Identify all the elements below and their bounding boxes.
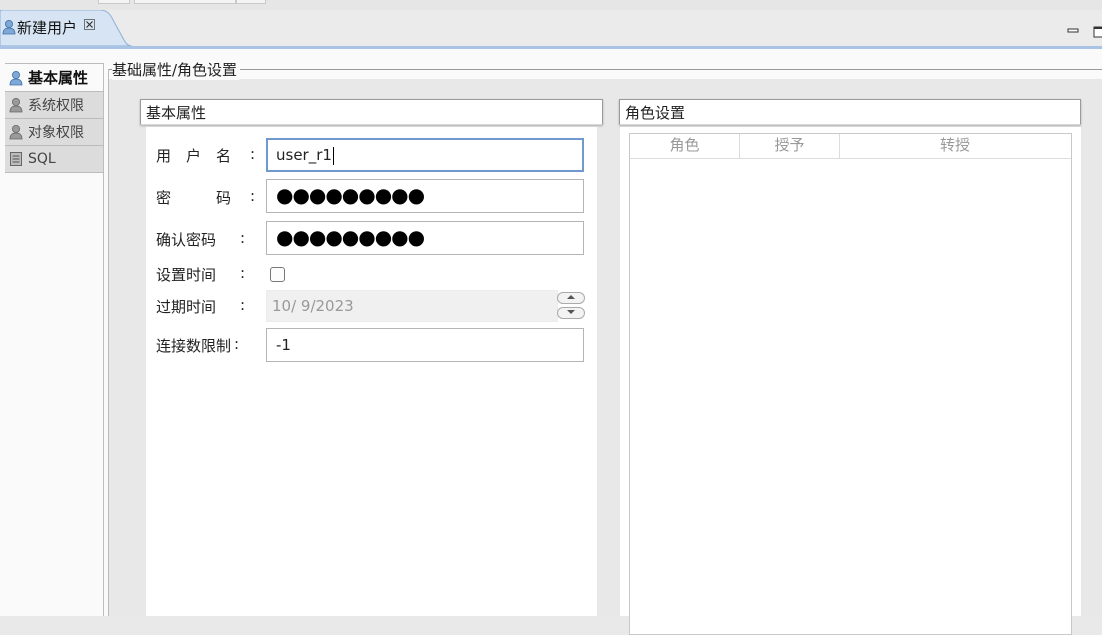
expire-date-field[interactable]: 10/ 9/2023: [266, 290, 558, 322]
connection-limit-field[interactable]: -1: [266, 328, 584, 362]
nav-item-sql[interactable]: SQL: [5, 146, 103, 173]
nav-item-object-privileges[interactable]: 对象权限: [5, 119, 103, 146]
colon: :: [240, 264, 246, 282]
group-area: 基本属性 用 户 名 : user_r1 密 码 : ●●●●●●●●● 确认密…: [109, 79, 1102, 635]
group-divider: [108, 69, 1102, 70]
spin-down-button[interactable]: [557, 307, 585, 319]
nav-item-label: 基本属性: [28, 69, 89, 87]
username-field[interactable]: user_r1: [266, 138, 584, 172]
tab-new-user[interactable]: 新建用户: [0, 10, 132, 46]
nav-item-label: 对象权限: [28, 125, 84, 141]
colon: :: [250, 187, 256, 205]
spin-up-button[interactable]: [557, 292, 585, 304]
column-header-grant[interactable]: 授予: [740, 134, 840, 158]
minimize-icon[interactable]: [1067, 26, 1079, 39]
confirm-password-label: 确认密码: [156, 231, 217, 249]
connection-limit-label: 连接数限制: [156, 337, 232, 355]
user-icon: [8, 70, 24, 86]
colon: :: [234, 335, 240, 353]
chevron-down-icon: [567, 310, 575, 314]
colon: :: [250, 145, 256, 163]
main-panel: 基础属性/角色设置 基本属性 用 户 名 : user_r1 密 码 : ●●●…: [108, 57, 1102, 635]
nav-item-system-privileges[interactable]: 系统权限: [5, 92, 103, 119]
expire-time-label: 过期时间: [156, 298, 217, 316]
user-icon: [2, 19, 16, 39]
toolbar-stub: [98, 0, 130, 4]
password-field[interactable]: ●●●●●●●●●: [266, 179, 584, 213]
colon: :: [240, 296, 246, 314]
editor-content: 基本属性 系统权限 对象权限 SQL 基础属性/角色设置 基本属性 用 户 名 …: [0, 49, 1102, 635]
toolbar-stub: [134, 0, 236, 4]
column-header-admin-option[interactable]: 转授: [840, 134, 1070, 158]
editor-tab-bar: 新建用户: [0, 10, 1102, 49]
user-icon: [8, 124, 24, 140]
set-time-label: 设置时间: [156, 266, 217, 284]
roles-table[interactable]: 角色 授予 转授: [629, 133, 1072, 635]
confirm-password-field[interactable]: ●●●●●●●●●: [266, 221, 584, 255]
maximize-icon[interactable]: [1093, 26, 1102, 41]
toolbar-stub: [236, 0, 266, 4]
text-caret: [332, 146, 334, 165]
nav-item-label: SQL: [28, 151, 56, 167]
user-icon: [8, 97, 24, 113]
role-settings-header: 角色设置: [619, 99, 1081, 125]
table-header: 角色 授予 转授: [630, 134, 1071, 159]
column-header-role[interactable]: 角色: [630, 134, 740, 158]
close-icon[interactable]: [84, 19, 95, 33]
nav-item-basic-properties[interactable]: 基本属性: [5, 63, 103, 92]
password-label: 密 码: [156, 189, 232, 207]
set-time-checkbox[interactable]: [270, 267, 285, 282]
tab-title: 新建用户: [17, 19, 78, 37]
role-settings-panel: 角色 授予 转授: [620, 127, 1081, 635]
side-navigation: 基本属性 系统权限 对象权限 SQL: [5, 63, 104, 616]
chevron-up-icon: [567, 295, 575, 299]
document-icon: [8, 151, 24, 167]
nav-item-label: 系统权限: [28, 98, 84, 114]
group-title: 基础属性/角色设置: [112, 59, 241, 80]
username-label: 用 户 名: [156, 147, 232, 165]
colon: :: [240, 229, 246, 247]
basic-properties-header: 基本属性: [140, 99, 603, 125]
basic-properties-panel: 用 户 名 : user_r1 密 码 : ●●●●●●●●● 确认密码 : ●…: [146, 127, 597, 616]
